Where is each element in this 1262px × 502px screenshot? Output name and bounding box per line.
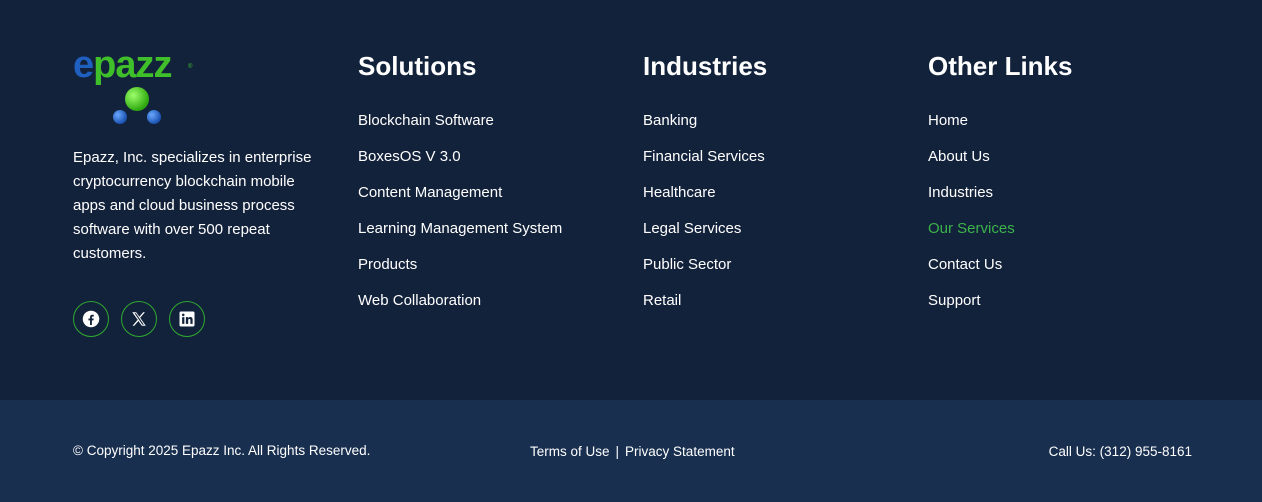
other-links-column: Other Links Home About Us Industries Our… xyxy=(928,50,1188,319)
brand-column: epazz ® Epazz, Inc. specializes in enter… xyxy=(73,46,323,337)
epazz-logo[interactable]: epazz ® xyxy=(73,46,198,126)
other-link-home[interactable]: Home xyxy=(928,103,1188,139)
solutions-link[interactable]: Learning Management System xyxy=(358,211,618,247)
footer-bottom-bar: © Copyright 2025 Epazz Inc. All Rights R… xyxy=(0,400,1262,502)
other-link-industries[interactable]: Industries xyxy=(928,175,1188,211)
other-links-title: Other Links xyxy=(928,51,1073,81)
copyright-text: © Copyright 2025 Epazz Inc. All Rights R… xyxy=(73,443,371,458)
linkedin-icon xyxy=(179,311,195,327)
other-link-our-services[interactable]: Our Services xyxy=(928,211,1188,247)
industries-link[interactable]: Healthcare xyxy=(643,175,903,211)
solutions-link[interactable]: Content Management xyxy=(358,175,618,211)
solutions-link[interactable]: BoxesOS V 3.0 xyxy=(358,139,618,175)
other-links-list: Home About Us Industries Our Services Co… xyxy=(928,103,1188,319)
other-link-contact[interactable]: Contact Us xyxy=(928,247,1188,283)
legal-links: Terms of Use | Privacy Statement xyxy=(530,444,735,459)
solutions-link[interactable]: Blockchain Software xyxy=(358,103,618,139)
terms-of-use-link[interactable]: Terms of Use xyxy=(530,444,610,459)
footer-main: epazz ® Epazz, Inc. specializes in enter… xyxy=(0,0,1262,400)
industries-link[interactable]: Banking xyxy=(643,103,903,139)
facebook-button[interactable] xyxy=(73,301,109,337)
x-icon xyxy=(132,312,146,326)
solutions-link[interactable]: Web Collaboration xyxy=(358,283,618,319)
solutions-title: Solutions xyxy=(358,51,477,81)
call-us-phone[interactable]: Call Us: (312) 955-8161 xyxy=(1049,444,1192,459)
industries-list: Banking Financial Services Healthcare Le… xyxy=(643,103,903,319)
other-link-support[interactable]: Support xyxy=(928,283,1188,319)
facebook-icon xyxy=(82,310,100,328)
logo-trademark: ® xyxy=(188,64,193,70)
privacy-statement-link[interactable]: Privacy Statement xyxy=(625,444,735,459)
logo-green-sphere xyxy=(125,87,149,111)
linkedin-button[interactable] xyxy=(169,301,205,337)
industries-link[interactable]: Public Sector xyxy=(643,247,903,283)
social-links xyxy=(73,301,323,337)
solutions-column: Solutions Blockchain Software BoxesOS V … xyxy=(358,50,618,319)
logo-blue-sphere-right xyxy=(147,110,161,124)
x-button[interactable] xyxy=(121,301,157,337)
logo-wordmark: epazz xyxy=(73,44,173,86)
industries-link[interactable]: Legal Services xyxy=(643,211,903,247)
solutions-link[interactable]: Products xyxy=(358,247,618,283)
brand-description: Epazz, Inc. specializes in enterprise cr… xyxy=(73,149,312,262)
industries-link[interactable]: Financial Services xyxy=(643,139,903,175)
solutions-list: Blockchain Software BoxesOS V 3.0 Conten… xyxy=(358,103,618,319)
logo-blue-sphere-left xyxy=(113,110,127,124)
other-link-about[interactable]: About Us xyxy=(928,139,1188,175)
legal-separator: | xyxy=(615,444,620,459)
industries-column: Industries Banking Financial Services He… xyxy=(643,50,903,319)
industries-link[interactable]: Retail xyxy=(643,283,903,319)
industries-title: Industries xyxy=(643,51,768,81)
